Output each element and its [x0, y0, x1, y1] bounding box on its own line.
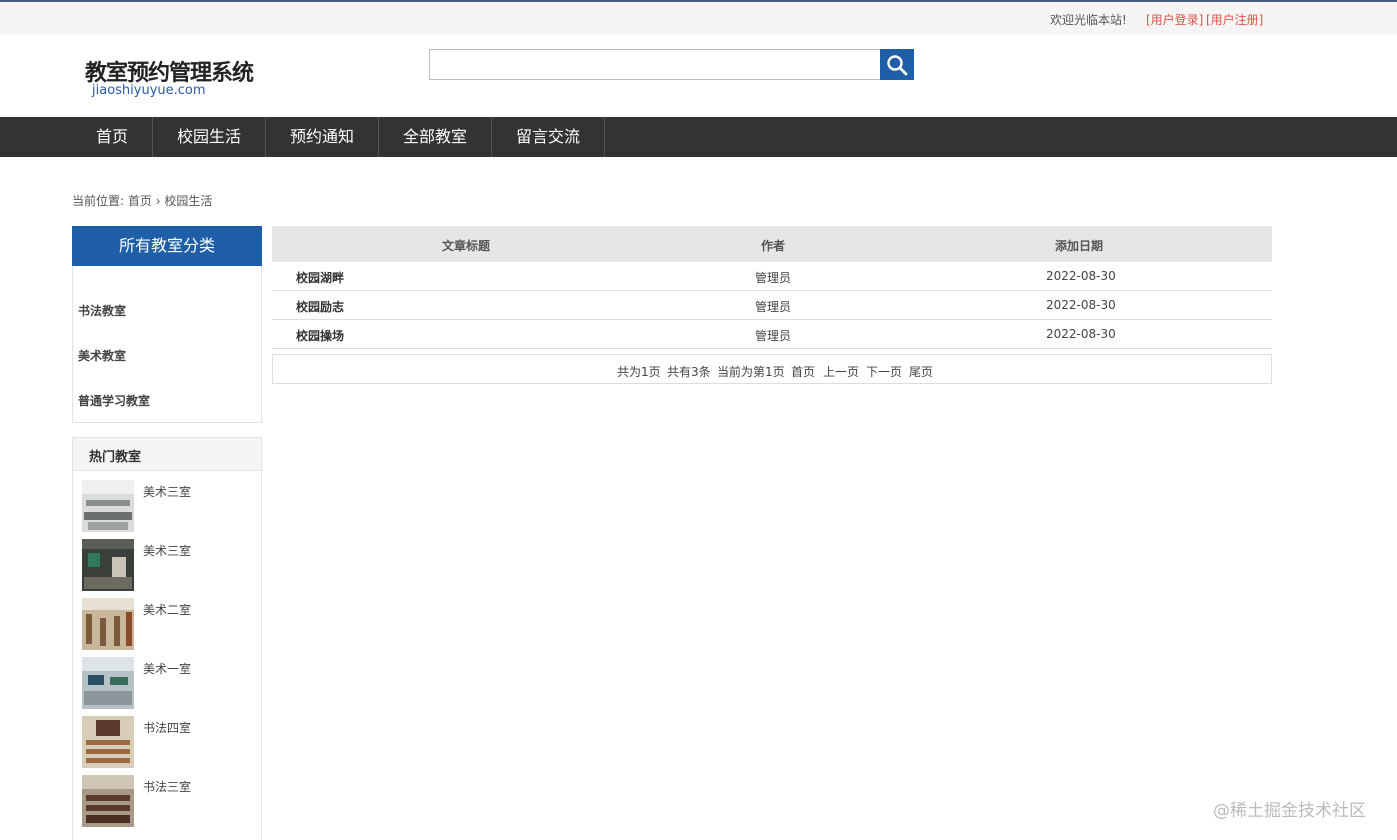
classroom-thumbnail[interactable] [82, 539, 134, 591]
nav-item-notices[interactable]: 预约通知 [266, 117, 378, 157]
breadcrumb: 当前位置: 首页 › 校园生活 [72, 192, 212, 209]
watermark: @稀土掘金技术社区 [1213, 801, 1366, 821]
table-row: 校园励志 管理员 2022-08-30 [272, 291, 1272, 320]
classroom-thumbnail[interactable] [82, 716, 134, 768]
classroom-thumbnail[interactable] [82, 598, 134, 650]
article-title-link[interactable]: 校园湖畔 [296, 269, 344, 286]
search-button[interactable] [880, 49, 914, 80]
search-input[interactable] [429, 49, 881, 80]
article-author: 管理员 [755, 300, 792, 314]
chevron-right-icon: › [155, 194, 161, 208]
pager-current-page: 当前为第1页 [717, 365, 785, 379]
hot-classroom-name[interactable]: 书法三室 [143, 778, 191, 795]
category-title: 所有教室分类 [72, 226, 262, 266]
article-title-link[interactable]: 校园操场 [296, 327, 344, 344]
hot-classroom-name[interactable]: 美术三室 [143, 542, 191, 559]
nav-item-campus-life[interactable]: 校园生活 [153, 117, 265, 157]
category-item-general-study[interactable]: 普通学习教室 [78, 392, 150, 409]
classroom-thumbnail[interactable] [82, 657, 134, 709]
article-author: 管理员 [755, 329, 792, 343]
nav-item-all-classrooms[interactable]: 全部教室 [379, 117, 491, 157]
hot-classroom-name[interactable]: 美术三室 [143, 483, 191, 500]
main-nav: 首页 校园生活 预约通知 全部教室 留言交流 [0, 117, 1397, 157]
pagination: 共为1页 共有3条 当前为第1页 首页 上一页 下一页 尾页 [272, 354, 1272, 384]
hot-classrooms-header: 热门教室 [72, 437, 262, 471]
category-item-calligraphy[interactable]: 书法教室 [78, 302, 126, 319]
pager-last-button[interactable]: 尾页 [909, 363, 933, 380]
pager-next-button[interactable]: 下一页 [866, 363, 902, 380]
login-link[interactable]: [用户登录] [1146, 11, 1203, 28]
breadcrumb-home[interactable]: 首页 [128, 194, 152, 208]
pager-first-button[interactable]: 首页 [791, 363, 815, 380]
breadcrumb-current: 校园生活 [164, 194, 213, 208]
welcome-text: 欢迎光临本站! [1050, 13, 1127, 27]
nav-item-messages[interactable]: 留言交流 [492, 117, 604, 157]
article-title-link[interactable]: 校园励志 [296, 298, 344, 315]
article-date: 2022-08-30 [1046, 298, 1116, 312]
top-bar: 欢迎光临本站! [用户登录] [用户注册] [0, 0, 1397, 35]
pager-total-items: 共有3条 [667, 365, 711, 379]
hot-classroom-name[interactable]: 书法四室 [143, 719, 191, 736]
classroom-thumbnail[interactable] [82, 775, 134, 827]
register-link[interactable]: [用户注册] [1206, 11, 1263, 28]
hot-classroom-name[interactable]: 美术二室 [143, 601, 191, 618]
classroom-thumbnail[interactable] [82, 480, 134, 532]
article-author: 管理员 [755, 271, 792, 285]
site-domain: jiaoshiyuyue.com [92, 83, 206, 98]
category-item-art[interactable]: 美术教室 [78, 347, 126, 364]
hot-classrooms-title: 热门教室 [89, 450, 142, 465]
column-header-date: 添加日期 [1055, 239, 1104, 253]
pager-total-pages: 共为1页 [617, 365, 661, 379]
nav-item-home[interactable]: 首页 [72, 117, 152, 157]
nav-divider [604, 117, 605, 157]
column-header-author: 作者 [761, 239, 786, 253]
breadcrumb-prefix: 当前位置: [72, 194, 125, 208]
hot-classroom-name[interactable]: 美术一室 [143, 660, 191, 677]
table-header: 文章标题 作者 添加日期 [272, 226, 1272, 262]
pager-prev-button[interactable]: 上一页 [823, 363, 859, 380]
article-date: 2022-08-30 [1046, 269, 1116, 283]
table-row: 校园湖畔 管理员 2022-08-30 [272, 262, 1272, 291]
search-icon [887, 54, 908, 75]
column-header-title: 文章标题 [442, 239, 491, 253]
article-date: 2022-08-30 [1046, 327, 1116, 341]
table-row: 校园操场 管理员 2022-08-30 [272, 320, 1272, 349]
